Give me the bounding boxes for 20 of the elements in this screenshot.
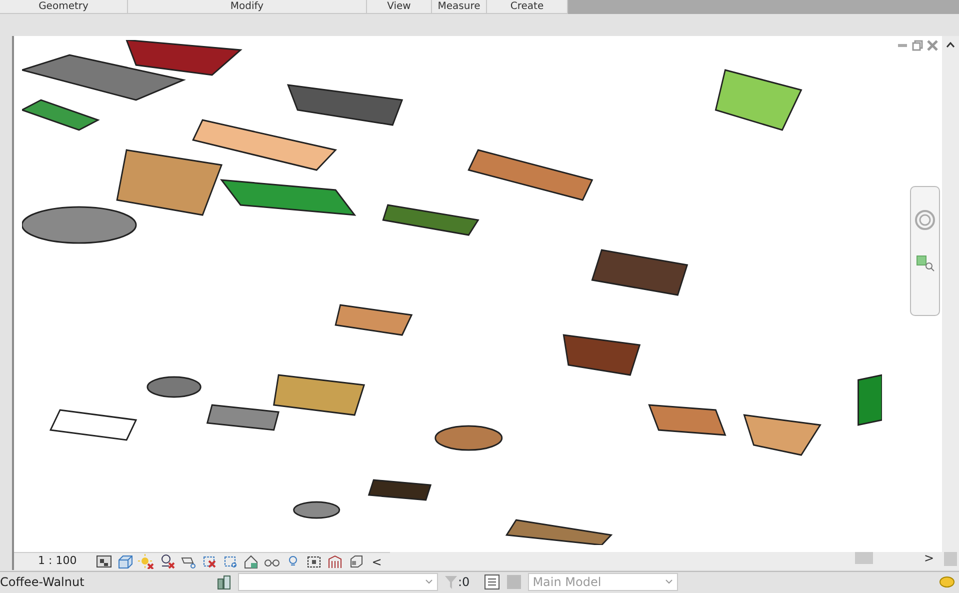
selection-count: :0 xyxy=(458,574,470,591)
collapse-button[interactable]: < xyxy=(372,552,390,570)
scroll-right-button[interactable]: > xyxy=(924,549,942,567)
view-scale[interactable]: 1 : 100 xyxy=(38,553,77,570)
close-icon[interactable] xyxy=(927,40,938,51)
scrollbar-thumb[interactable] xyxy=(944,552,957,566)
design-options-icon[interactable] xyxy=(484,574,500,590)
shadow-icon[interactable] xyxy=(158,554,175,569)
zoom-icon[interactable] xyxy=(916,255,936,273)
caret-icon xyxy=(425,579,433,585)
selection-text: Coffee-Walnut xyxy=(0,574,86,591)
sun-icon[interactable] xyxy=(138,554,154,569)
detail-level-icon[interactable] xyxy=(96,554,112,569)
ribbon-panel-label[interactable]: Modify xyxy=(230,1,264,12)
crop-icon[interactable] xyxy=(200,554,217,569)
worksets-icon[interactable] xyxy=(216,574,232,590)
caret-icon xyxy=(664,579,673,585)
cube-icon[interactable] xyxy=(116,554,133,569)
restore-icon[interactable] xyxy=(912,40,923,51)
scrollbar-thumb[interactable] xyxy=(854,552,873,564)
